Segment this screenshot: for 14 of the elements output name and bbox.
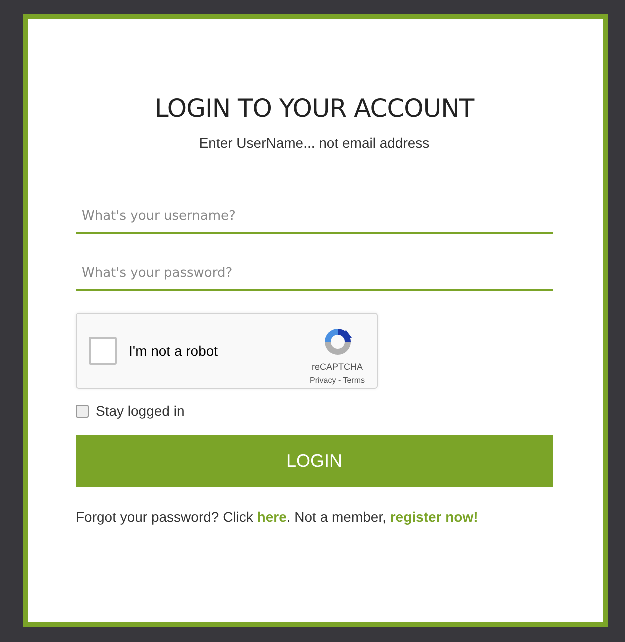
separator: -: [338, 376, 342, 384]
terms-link[interactable]: Terms: [343, 376, 365, 384]
login-button[interactable]: LOGIN: [76, 435, 553, 487]
dialog-title: LOGIN TO YOUR ACCOUNT: [154, 94, 476, 123]
captcha-checkbox[interactable]: [89, 337, 117, 365]
checkbox[interactable]: [76, 404, 89, 418]
footer-text: Forgot your password? Click here. Not a member, register now!: [76, 509, 478, 525]
register-link[interactable]: register now!: [390, 509, 478, 525]
here-link[interactable]: here: [257, 509, 287, 525]
recaptcha-brand: reCAPTCHA: [312, 362, 363, 372]
checkbox-label: Stay logged in: [96, 403, 185, 419]
subtitle: Enter UserName... not email address: [198, 135, 431, 151]
captcha-label: I'm not a robot: [129, 343, 220, 359]
privacy-link[interactable]: Privacy: [310, 376, 336, 384]
